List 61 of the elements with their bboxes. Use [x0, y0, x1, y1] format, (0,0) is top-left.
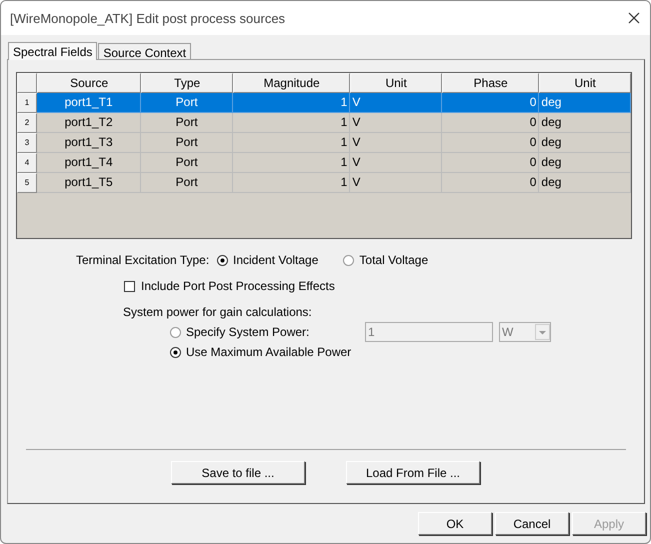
checkbox[interactable]: [124, 280, 135, 292]
table-cell: 1: [232, 93, 350, 113]
table-row[interactable]: 5 port1_T5 Port 1 V 0 deg: [17, 173, 631, 193]
table-cell: port1_T2: [36, 113, 142, 133]
column-header[interactable]: Unit: [539, 73, 631, 93]
table-cell: port1_T4: [36, 153, 142, 173]
table-cell: port1_T3: [36, 133, 142, 153]
row-number[interactable]: 2: [17, 113, 37, 133]
row-number[interactable]: 5: [17, 173, 37, 193]
column-header[interactable]: Magnitude: [232, 73, 350, 93]
table-cell: V: [350, 93, 442, 113]
radio-option[interactable]: Total Voltage: [343, 253, 428, 267]
table-cell: Port: [141, 153, 233, 173]
close-icon[interactable]: [628, 12, 640, 24]
table-row[interactable]: 1 port1_T1 Port 1 V 0 deg: [17, 93, 631, 113]
window-title: [WireMonopole_ATK] Edit post process sources: [10, 10, 286, 26]
tab[interactable]: Spectral Fields: [8, 42, 98, 60]
column-header[interactable]: Type: [141, 73, 233, 93]
table-cell: 0: [442, 113, 540, 133]
table-cell: 1: [232, 113, 350, 133]
table-cell: port1_T5: [36, 173, 142, 193]
file-button[interactable]: Load From File ...: [346, 461, 480, 484]
table-cell: deg: [539, 93, 631, 113]
dialog-button[interactable]: Cancel: [495, 512, 569, 535]
radio-option[interactable]: Incident Voltage: [217, 253, 318, 267]
table-cell: deg: [539, 133, 631, 153]
table-cell: Port: [141, 113, 233, 133]
checkbox-label: Include Port Post Processing Effects: [141, 279, 335, 293]
table-cell: 1: [232, 173, 350, 193]
table-cell: 0: [442, 173, 540, 193]
row-number[interactable]: 4: [17, 153, 37, 173]
column-header[interactable]: Unit: [350, 73, 442, 93]
table-cell: deg: [539, 153, 631, 173]
table-cell: 1: [232, 153, 350, 173]
table-cell: Port: [141, 93, 233, 113]
table-cell: deg: [539, 113, 631, 133]
table-cell: 0: [442, 133, 540, 153]
table-cell: V: [350, 133, 442, 153]
row-number[interactable]: 1: [17, 93, 37, 113]
table-row[interactable]: 3 port1_T3 Port 1 V 0 deg: [17, 133, 631, 153]
row-number[interactable]: 3: [17, 133, 37, 153]
tab[interactable]: Source Context: [98, 43, 192, 59]
table-cell: V: [350, 113, 442, 133]
table-cell: Port: [141, 133, 233, 153]
table-cell: Port: [141, 173, 233, 193]
table-cell: V: [350, 173, 442, 193]
table-cell: 0: [442, 93, 540, 113]
dialog-button[interactable]: OK: [418, 512, 492, 535]
table-cell: 0: [442, 153, 540, 173]
table-cell: deg: [539, 173, 631, 193]
table-row[interactable]: 2 port1_T2 Port 1 V 0 deg: [17, 113, 631, 133]
file-button[interactable]: Save to file ...: [171, 461, 305, 484]
table-cell: 1: [232, 133, 350, 153]
grid-corner: [17, 73, 37, 93]
column-header[interactable]: Source: [36, 73, 142, 93]
table-cell: port1_T1: [36, 93, 142, 113]
table-row[interactable]: 4 port1_T4 Port 1 V 0 deg: [17, 153, 631, 173]
field-label: Terminal Excitation Type:: [76, 253, 210, 267]
column-header[interactable]: Phase: [442, 73, 540, 93]
table-cell: V: [350, 153, 442, 173]
section-label: System power for gain calculations:: [123, 305, 312, 319]
